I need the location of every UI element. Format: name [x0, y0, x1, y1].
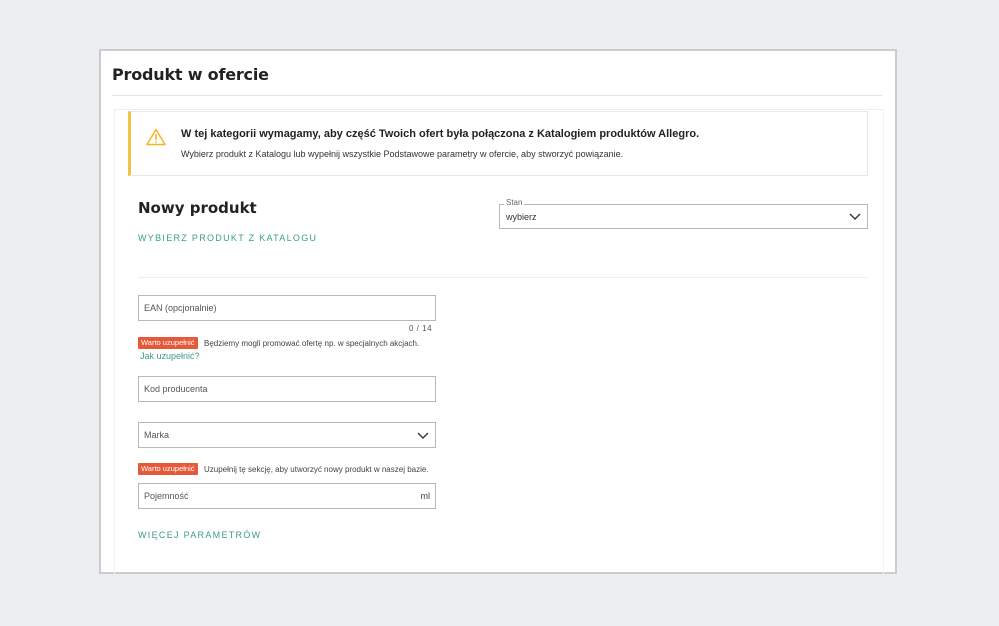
- alert-text: Wybierz produkt z Katalogu lub wypełnij …: [181, 149, 624, 159]
- warning-icon: [146, 128, 166, 146]
- new-product-title: Nowy produkt: [138, 199, 257, 217]
- producer-code-input[interactable]: Kod producenta: [138, 376, 436, 402]
- ean-hint: Będziemy mogli promować ofertę np. w spe…: [204, 339, 420, 348]
- brand-select[interactable]: Marka: [138, 422, 436, 448]
- capacity-placeholder: Pojemność: [144, 491, 189, 501]
- capacity-input[interactable]: Pojemność ml: [138, 483, 436, 509]
- recommended-badge: Warto uzupełnić: [138, 337, 198, 349]
- brand-placeholder: Marka: [144, 430, 170, 440]
- chevron-down-icon: [417, 432, 429, 439]
- ean-input[interactable]: EAN (opcjonalnie): [138, 295, 436, 321]
- alert-title: W tej kategorii wymagamy, aby część Twoi…: [181, 128, 700, 140]
- title-divider: [112, 95, 882, 96]
- section-divider: [138, 277, 868, 278]
- producer-code-placeholder: Kod producenta: [144, 384, 208, 394]
- chevron-down-icon: [849, 213, 861, 220]
- stan-label: Stan: [504, 198, 525, 207]
- recommended-badge: Warto uzupełnić: [138, 463, 198, 475]
- ean-counter: 0 / 14: [409, 324, 433, 333]
- stan-select[interactable]: Stan wybierz: [499, 198, 868, 229]
- catalog-alert: W tej kategorii wymagamy, aby część Twoi…: [128, 111, 868, 176]
- page-title: Produkt w ofercie: [112, 65, 269, 84]
- product-card: Produkt w ofercie W tej kategorii wymaga…: [99, 49, 897, 575]
- how-to-fill-link[interactable]: Jak uzupełnić?: [140, 351, 200, 361]
- choose-from-catalog-link[interactable]: WYBIERZ PRODUKT Z KATALOGU: [138, 233, 317, 243]
- more-parameters-link[interactable]: WIĘCEJ PARAMETRÓW: [138, 530, 261, 540]
- stan-value: wybierz: [506, 212, 537, 222]
- capacity-unit: ml: [420, 491, 431, 501]
- ean-placeholder: EAN (opcjonalnie): [144, 303, 217, 313]
- section-hint: Uzupełnij tę sekcję, aby utworzyć nowy p…: [204, 465, 429, 474]
